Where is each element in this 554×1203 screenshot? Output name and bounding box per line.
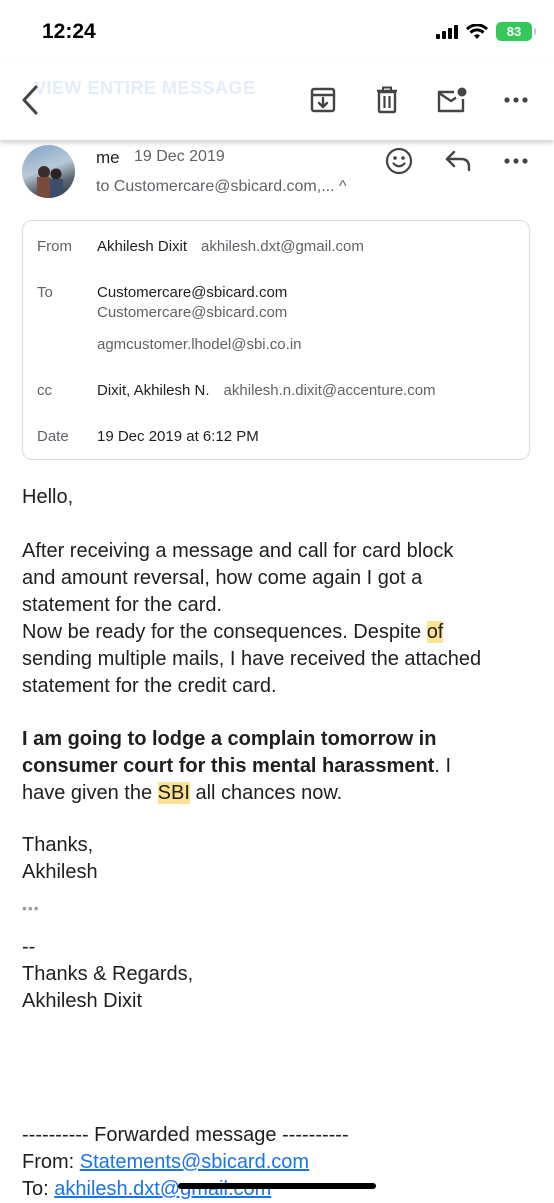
body-paragraph-2: I am going to lodge a complain tomorrow … [22,726,542,807]
reply-button[interactable] [442,145,474,177]
body-line: sending multiple mails, I have received … [22,648,482,670]
to-recipient-2[interactable]: agmcustomer.lhodel@sbi.co.in [97,336,302,353]
cc-value: Dixit, Akhilesh N. akhilesh.n.dixit@accen… [97,382,436,399]
body-line: statement for the card. [22,594,223,616]
body-line: Now be ready for the consequences. Despi… [22,619,542,646]
body-text-span: all chances now. [189,782,343,804]
from-email[interactable]: akhilesh.dxt@gmail.com [201,238,364,255]
message-more-button[interactable] [500,145,532,177]
date-value: 19 Dec 2019 at 6:12 PM [97,428,259,445]
body-line: Thanks, [22,834,94,856]
delete-button[interactable] [371,84,403,116]
search-highlight: SBI [157,782,190,804]
status-icons: 83 [436,22,536,41]
recipients-summary-toggle[interactable]: to Customercare@sbicard.com,... ^ [96,178,347,196]
body-text-span: have given the [22,782,158,804]
body-line: Akhilesh [22,861,98,883]
sender-name: me [96,148,120,167]
forwarded-to: To: akhilesh.dxt@gmail.com [22,1176,542,1203]
forwarded-from: From: Statements@sbicard.com [22,1149,542,1176]
body-greeting: Hello, [22,486,74,508]
reply-icon [445,150,471,172]
show-trimmed-content-button[interactable]: ••• [22,895,542,922]
body-signoff: Thanks, Akhilesh [22,832,542,886]
status-time: 12:24 [42,20,96,43]
mail-unread-icon [437,87,467,113]
forwarded-from-email-link[interactable]: Statements@sbicard.com [80,1151,309,1173]
avatar[interactable] [22,145,75,198]
body-line: consumer court for this mental harassmen… [22,753,542,780]
from-name[interactable]: Akhilesh Dixit [97,238,187,255]
forwarded-header: ---------- Forwarded message ---------- [22,1124,349,1146]
battery-icon: 83 [496,22,536,41]
from-value: Akhilesh Dixit akhilesh.dxt@gmail.com [97,238,364,255]
cc-email[interactable]: akhilesh.n.dixit@accenture.com [224,382,436,399]
view-entire-message-link[interactable]: VIEW ENTIRE MESSAGE [34,78,256,99]
back-arrow-icon [22,85,38,115]
battery-level: 83 [506,24,522,39]
body-line: and amount reversal, how come again I go… [22,567,423,589]
cc-label: cc [37,382,52,399]
sender-date: 19 Dec 2019 [134,148,225,165]
signature-regards: Thanks & Regards, [22,963,194,985]
forwarded-to-email-link[interactable]: akhilesh.dxt@gmail.com [54,1178,271,1200]
body-paragraph-1: After receiving a message and call for c… [22,538,542,700]
body-text-span: . I [434,755,451,777]
forwarded-from-label: From: [22,1151,80,1173]
smiley-icon [385,147,413,175]
archive-icon [310,87,336,113]
back-button[interactable] [14,84,46,116]
mark-unread-button[interactable] [436,84,468,116]
home-indicator[interactable] [178,1183,376,1189]
more-horizontal-icon [504,158,528,164]
to-label: To [37,284,53,301]
body-line: After receiving a message and call for c… [22,540,454,562]
body-bold-text: I am going to lodge a complain tomorrow … [22,728,437,750]
trash-icon [377,86,397,114]
search-highlight: of [426,621,444,643]
to-recipient-1[interactable]: Customercare@sbicard.com [97,284,287,301]
signature: -- Thanks & Regards, Akhilesh Dixit [22,934,542,1015]
body-text-span: Now be ready for the consequences. Despi… [22,621,427,643]
body-line: statement for the credit card. [22,675,277,697]
wifi-icon [466,23,488,39]
signature-name: Akhilesh Dixit [22,990,143,1012]
archive-button[interactable] [307,84,339,116]
body-bold-text: consumer court for this mental harassmen… [22,755,435,777]
signal-icon [436,25,458,39]
forwarded-to-label: To: [22,1178,55,1200]
date-label: Date [37,428,69,445]
body-line: I am going to lodge a complain tomorrow … [22,726,542,753]
more-options-button[interactable] [500,84,532,116]
status-bar: 12:24 83 [0,0,554,62]
sender-header: me 19 Dec 2019 to Customercare@sbicard.c… [0,145,554,215]
signature-separator: -- [22,936,36,958]
body-line: have given the SBI all chances now. [22,780,542,807]
message-details-card: From Akhilesh Dixit akhilesh.dxt@gmail.co… [22,220,530,460]
from-label: From [37,238,72,255]
more-horizontal-icon [504,97,528,103]
add-reaction-button[interactable] [383,145,415,177]
message-toolbar: VIEW ENTIRE MESSAGE [0,62,554,140]
forwarded-message: ---------- Forwarded message ---------- … [22,1122,542,1203]
cc-name[interactable]: Dixit, Akhilesh N. [97,382,210,399]
to-recipient-1-email: Customercare@sbicard.com [97,304,288,321]
avatar-photo-icon [37,166,63,198]
